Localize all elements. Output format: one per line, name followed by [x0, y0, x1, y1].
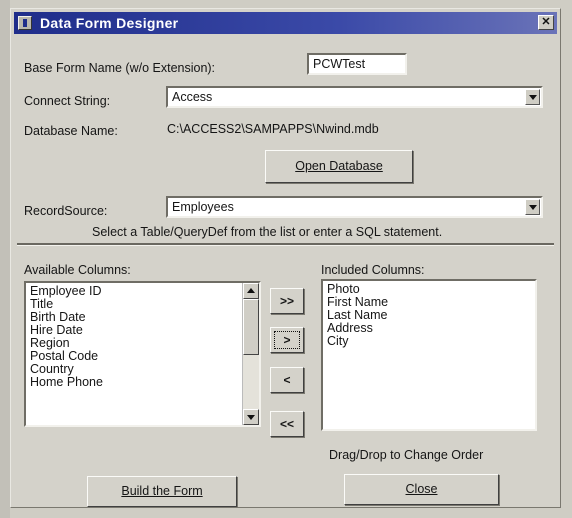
base-form-name-label: Base Form Name (w/o Extension):	[24, 61, 216, 75]
recordsource-label: RecordSource:	[24, 204, 108, 218]
remove-all-columns-button[interactable]: <<	[270, 411, 304, 437]
close-window-button[interactable]: ✕	[538, 15, 554, 30]
window-menu-icon[interactable]	[18, 16, 32, 30]
add-column-button[interactable]: >	[270, 327, 304, 353]
title-bar[interactable]: Data Form Designer ✕	[14, 12, 557, 34]
open-database-button-label: Open Database	[295, 159, 383, 173]
recordsource-value: Employees	[172, 200, 234, 214]
base-form-name-input[interactable]: PCWTest	[307, 53, 407, 75]
scroll-down-button[interactable]	[243, 409, 259, 425]
window-title: Data Form Designer	[40, 15, 179, 31]
open-database-button[interactable]: Open Database	[265, 150, 413, 183]
separator-line	[17, 243, 554, 246]
connect-string-value: Access	[172, 90, 213, 104]
scroll-up-button[interactable]	[243, 283, 259, 299]
recordsource-dropdown-button[interactable]	[525, 199, 540, 215]
recordsource-combo[interactable]: Employees	[166, 196, 543, 218]
available-columns-list[interactable]: Employee ID Title Birth Date Hire Date R…	[24, 281, 261, 427]
database-name-value: C:\ACCESS2\SAMPAPPS\Nwind.mdb	[167, 122, 379, 136]
recordsource-hint: Select a Table/QueryDef from the list or…	[92, 225, 443, 239]
background-edge	[0, 0, 10, 518]
add-all-columns-button[interactable]: >>	[270, 288, 304, 314]
scroll-thumb[interactable]	[243, 299, 259, 355]
remove-column-button[interactable]: <	[270, 367, 304, 393]
close-button-label: Close	[405, 482, 438, 496]
drag-drop-hint: Drag/Drop to Change Order	[329, 448, 484, 462]
build-form-button-label: Build the Form	[121, 484, 203, 498]
connect-string-label: Connect String:	[24, 94, 111, 108]
available-columns-scrollbar[interactable]	[242, 283, 259, 425]
close-button[interactable]: Close	[344, 474, 499, 505]
available-columns-label: Available Columns:	[24, 263, 131, 277]
included-columns-list[interactable]: Photo First Name Last Name Address City	[321, 279, 537, 431]
list-item[interactable]: Home Phone	[26, 374, 259, 391]
connect-string-dropdown-button[interactable]	[525, 89, 540, 105]
connect-string-select[interactable]: Access	[166, 86, 543, 108]
database-name-label: Database Name:	[24, 124, 118, 138]
data-form-designer-window: Data Form Designer ✕ Base Form Name (w/o…	[10, 8, 561, 508]
included-columns-label: Included Columns:	[321, 263, 425, 277]
build-form-button[interactable]: Build the Form	[87, 476, 237, 507]
